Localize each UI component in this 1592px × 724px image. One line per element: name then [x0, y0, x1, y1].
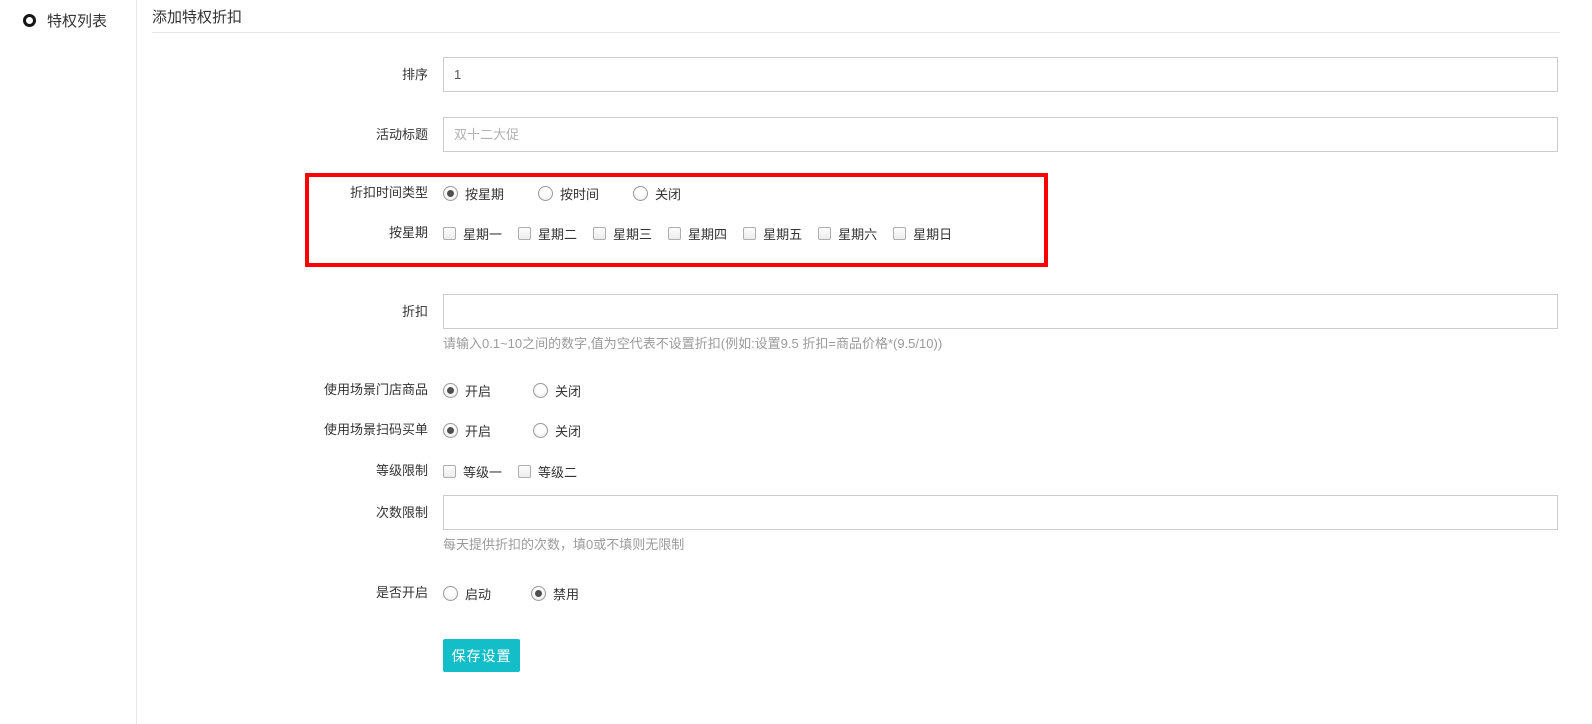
checkbox-option-saturday[interactable]: 星期六 [818, 224, 877, 243]
checkbox-icon[interactable] [443, 465, 456, 478]
enabled-label: 是否开启 [137, 583, 428, 603]
radio-icon[interactable] [533, 383, 548, 398]
form-row-activity-title: 活动标题 [137, 117, 1592, 152]
count-limit-help-text: 每天提供折扣的次数，填0或不填则无限制 [443, 534, 1558, 553]
checkbox-icon[interactable] [893, 227, 906, 240]
form-row-discount: 折扣 请输入0.1~10之间的数字,值为空代表不设置折扣(例如:设置9.5 折扣… [137, 294, 1592, 352]
activity-title-input[interactable] [443, 117, 1558, 152]
checkbox-icon[interactable] [743, 227, 756, 240]
save-settings-button[interactable]: 保存设置 [443, 639, 520, 672]
form-row-count-limit: 次数限制 每天提供折扣的次数，填0或不填则无限制 [137, 495, 1592, 553]
radio-checked-icon[interactable] [443, 186, 458, 201]
count-limit-label: 次数限制 [137, 495, 428, 530]
radio-icon[interactable] [443, 586, 458, 601]
checkbox-option-thursday[interactable]: 星期四 [668, 224, 727, 243]
radio-option-disable[interactable]: 禁用 [531, 584, 579, 603]
radio-icon[interactable] [533, 423, 548, 438]
checkbox-icon[interactable] [593, 227, 606, 240]
form-row-time-type: 折扣时间类型 按星期 按时间 关闭 [137, 183, 1592, 203]
sidebar-item-privilege-list[interactable]: 特权列表 [0, 0, 136, 31]
count-limit-input[interactable] [443, 495, 1558, 530]
checkbox-option-sunday[interactable]: 星期日 [893, 224, 952, 243]
weekdays-label: 按星期 [137, 223, 428, 243]
time-type-label: 折扣时间类型 [137, 183, 428, 203]
checkbox-icon[interactable] [518, 227, 531, 240]
checkbox-option-level-two[interactable]: 等级二 [518, 462, 577, 481]
radio-option-scan-off[interactable]: 关闭 [533, 421, 581, 440]
radio-checked-icon[interactable] [531, 586, 546, 601]
title-bar: 添加特权折扣 [152, 0, 1560, 33]
form-row-level-limit: 等级限制 等级一 等级二 [137, 461, 1592, 481]
radio-option-by-week[interactable]: 按星期 [443, 184, 504, 203]
sidebar: 特权列表 [0, 0, 137, 724]
checkbox-icon[interactable] [443, 227, 456, 240]
radio-option-off[interactable]: 关闭 [633, 184, 681, 203]
form-row-sort: 排序 [137, 57, 1592, 92]
discount-label: 折扣 [137, 294, 428, 329]
checkbox-icon[interactable] [668, 227, 681, 240]
form-row-save: 保存设置 [137, 639, 1592, 672]
checkbox-option-level-one[interactable]: 等级一 [443, 462, 502, 481]
sidebar-item-label: 特权列表 [47, 10, 107, 31]
radio-option-store-off[interactable]: 关闭 [533, 381, 581, 400]
radio-checked-icon[interactable] [443, 423, 458, 438]
checkbox-option-tuesday[interactable]: 星期二 [518, 224, 577, 243]
radio-icon[interactable] [633, 186, 648, 201]
circle-ring-icon [23, 14, 36, 27]
radio-checked-icon[interactable] [443, 383, 458, 398]
scene-scan-label: 使用场景扫码买单 [137, 420, 428, 440]
scene-store-label: 使用场景门店商品 [137, 380, 428, 400]
page-title: 添加特权折扣 [152, 6, 242, 27]
checkbox-option-friday[interactable]: 星期五 [743, 224, 802, 243]
discount-help-text: 请输入0.1~10之间的数字,值为空代表不设置折扣(例如:设置9.5 折扣=商品… [443, 333, 1558, 352]
radio-option-store-on[interactable]: 开启 [443, 381, 491, 400]
checkbox-icon[interactable] [518, 465, 531, 478]
sort-input[interactable] [443, 57, 1558, 92]
radio-option-scan-on[interactable]: 开启 [443, 421, 491, 440]
activity-title-label: 活动标题 [137, 117, 428, 152]
form-row-scene-store: 使用场景门店商品 开启 关闭 [137, 380, 1592, 400]
checkbox-option-wednesday[interactable]: 星期三 [593, 224, 652, 243]
discount-input[interactable] [443, 294, 1558, 329]
radio-option-enable[interactable]: 启动 [443, 584, 491, 603]
radio-option-by-time[interactable]: 按时间 [538, 184, 599, 203]
form-row-scene-scan: 使用场景扫码买单 开启 关闭 [137, 420, 1592, 440]
radio-icon[interactable] [538, 186, 553, 201]
checkbox-option-monday[interactable]: 星期一 [443, 224, 502, 243]
form-row-weekdays: 按星期 星期一 星期二 星期三 星期四 星期五 [137, 223, 1592, 243]
sort-label: 排序 [137, 57, 428, 92]
main-content: 添加特权折扣 排序 活动标题 折扣时间类型 按星期 按时间 关闭 [137, 0, 1592, 724]
form-row-enabled: 是否开启 启动 禁用 [137, 583, 1592, 603]
level-limit-label: 等级限制 [137, 461, 428, 481]
checkbox-icon[interactable] [818, 227, 831, 240]
